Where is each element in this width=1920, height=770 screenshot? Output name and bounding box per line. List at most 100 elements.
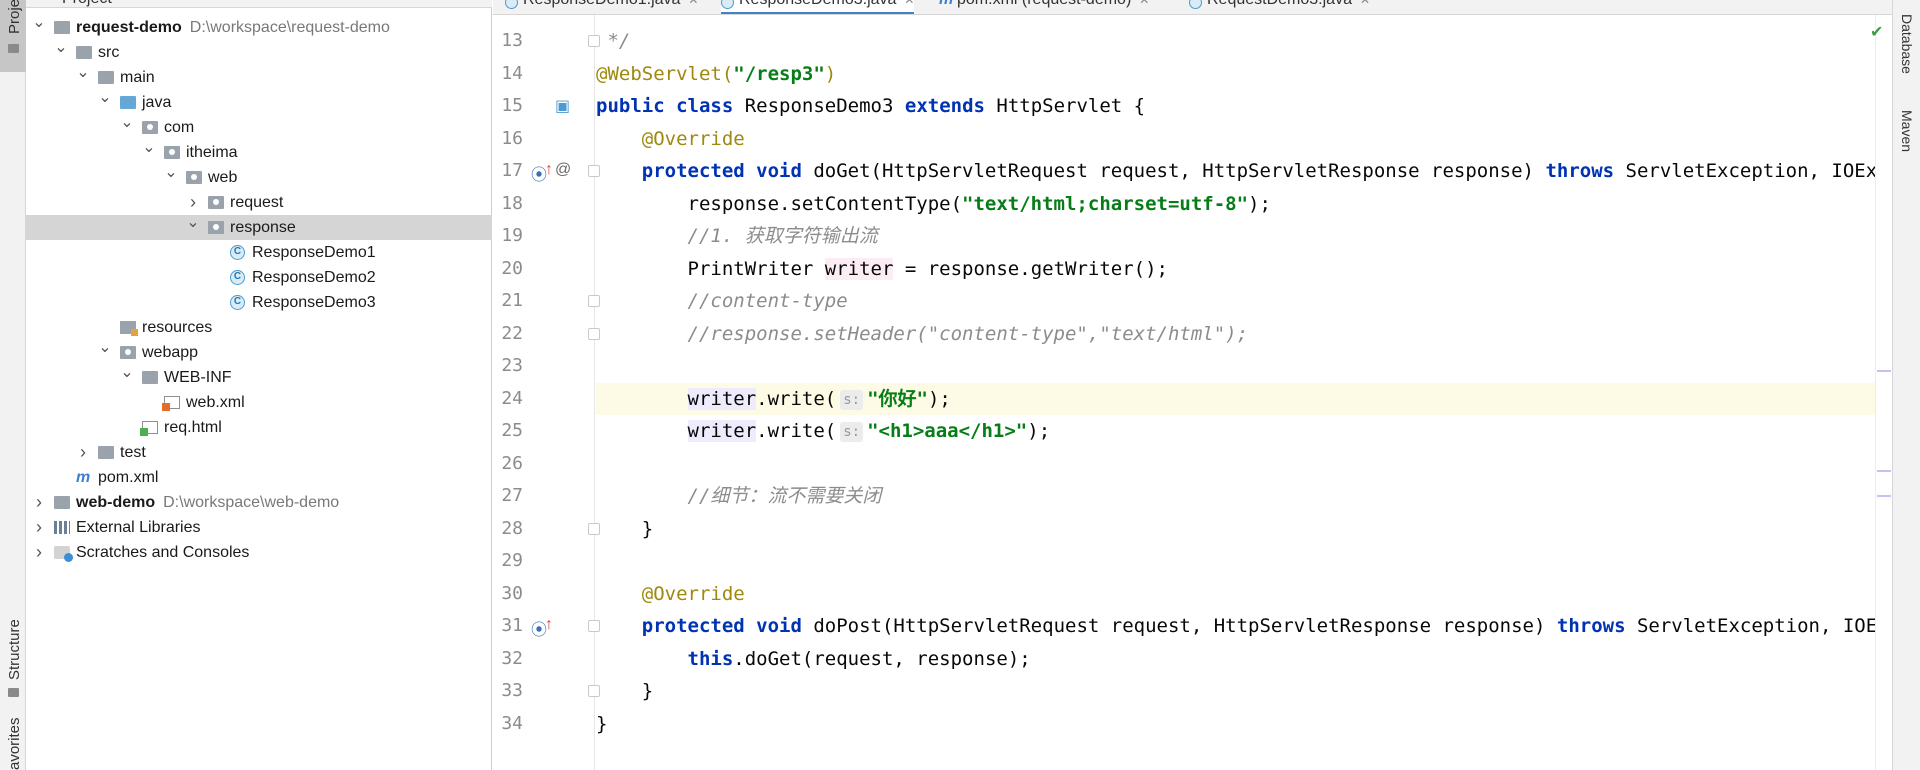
chevron-right-icon[interactable]: › <box>32 515 46 540</box>
close-icon[interactable]: ✕ <box>688 0 698 7</box>
libraries-icon <box>54 521 70 534</box>
maven-tool-tab[interactable]: Maven <box>1899 110 1915 152</box>
close-icon[interactable]: ✕ <box>1139 0 1149 7</box>
tree-item-external-libraries[interactable]: › External Libraries <box>26 515 492 540</box>
tree-item-web-demo[interactable]: › web-demo D:\workspace\web-demo <box>26 490 492 515</box>
class-icon <box>505 0 518 9</box>
tree-item-webapp[interactable]: ⌄ webapp <box>26 339 492 365</box>
inspection-ok-icon[interactable]: ✔ <box>1870 22 1883 42</box>
right-tool-strip: Database Maven <box>1892 0 1920 770</box>
tree-item-test[interactable]: › test <box>26 440 492 465</box>
code-line-22: //response.setHeader("content-type","tex… <box>596 322 1249 345</box>
servlet-run-icon[interactable]: ▣ <box>555 96 570 116</box>
tree-item-responsedemo1[interactable]: C ResponseDemo1 <box>26 240 492 265</box>
code-editor: ResponseDemo1.java✕ ResponseDemo3.java✕ … <box>493 0 1892 770</box>
tab-responsedemo3[interactable]: ResponseDemo3.java ✕ <box>721 0 915 14</box>
class-icon <box>1189 0 1202 9</box>
line-number[interactable]: 30 <box>493 578 523 611</box>
line-number[interactable]: 16 <box>493 123 523 156</box>
implements-up-arrow-icon[interactable]: ↑ <box>545 161 553 179</box>
line-number[interactable]: 32 <box>493 643 523 676</box>
project-tool-tab[interactable]: Proje <box>0 0 26 72</box>
tree-item-web-xml[interactable]: web.xml <box>26 390 492 415</box>
chevron-down-icon[interactable]: ⌄ <box>98 85 112 110</box>
line-number[interactable]: 27 <box>493 480 523 513</box>
line-number[interactable]: 18 <box>493 188 523 221</box>
line-number[interactable]: 31 <box>493 610 523 643</box>
code-line-24: writer.write(s: "你好"); <box>596 382 1882 415</box>
editor-scrollbar[interactable] <box>1875 15 1891 770</box>
annotation-at-icon[interactable]: @ <box>555 161 571 179</box>
line-number[interactable]: 15 <box>493 90 523 123</box>
code-line-17: protected void doGet(HttpServletRequest … <box>596 160 1882 182</box>
tree-item-responsedemo2[interactable]: C ResponseDemo2 <box>26 265 492 290</box>
project-panel-title: Project <box>62 0 112 7</box>
line-number[interactable]: 23 <box>493 350 523 383</box>
line-number[interactable]: 26 <box>493 448 523 481</box>
line-number[interactable]: 24 <box>493 383 523 416</box>
chevron-right-icon[interactable]: › <box>76 440 90 465</box>
tree-item-com[interactable]: ⌄ com <box>26 114 492 140</box>
tree-item-request-demo[interactable]: ⌄ request-demo D:\workspace\request-demo <box>26 14 492 40</box>
close-icon[interactable]: ✕ <box>904 0 914 7</box>
tree-item-name: src <box>98 44 120 61</box>
tree-item-req-html[interactable]: req.html <box>26 415 492 440</box>
line-number[interactable]: 28 <box>493 513 523 546</box>
tree-item-java[interactable]: ⌄ java <box>26 89 492 115</box>
error-stripe-mark[interactable] <box>1877 370 1891 372</box>
tree-item-web[interactable]: ⌄ web <box>26 164 492 190</box>
chevron-down-icon[interactable]: ⌄ <box>142 135 156 160</box>
code-area[interactable]: */ @WebServlet("/resp3") public class Re… <box>596 15 1882 770</box>
tree-item-main[interactable]: ⌄ main <box>26 64 492 90</box>
source-folder-icon <box>120 96 136 109</box>
code-line-33: } <box>596 680 654 702</box>
tree-item-request[interactable]: › request <box>26 190 492 215</box>
tree-item-src[interactable]: ⌄ src <box>26 39 492 65</box>
chevron-right-icon[interactable]: › <box>32 490 46 515</box>
tab-label: pom.xml (request-demo) <box>957 0 1131 8</box>
tab-pom-xml[interactable]: m pom.xml (request-demo) ✕ <box>939 0 1149 14</box>
line-number[interactable]: 20 <box>493 253 523 286</box>
favorites-tool-tab[interactable]: avorites <box>0 717 26 770</box>
tree-item-label: main <box>120 65 155 90</box>
tree-item-resources[interactable]: resources <box>26 315 492 340</box>
tab-label: RequestDemo3.java <box>1207 0 1352 8</box>
tab-responsedemo1[interactable]: ResponseDemo1.java ✕ <box>505 0 698 14</box>
line-number[interactable]: 17 <box>493 155 523 188</box>
chevron-down-icon[interactable]: ⌄ <box>98 335 112 360</box>
tree-item-web-inf[interactable]: ⌄ WEB-INF <box>26 364 492 390</box>
database-tool-tab[interactable]: Database <box>1899 14 1915 74</box>
tree-item-scratches-and-consoles[interactable]: › Scratches and Consoles <box>26 540 492 565</box>
line-number[interactable]: 13 <box>493 25 523 58</box>
tree-item-name: ResponseDemo2 <box>252 269 376 286</box>
structure-tool-tab[interactable]: Structure <box>0 612 26 700</box>
tree-item-pom-xml[interactable]: m pom.xml <box>26 465 492 490</box>
class-icon <box>721 0 734 9</box>
chevron-down-icon[interactable]: ⌄ <box>54 35 68 60</box>
line-number[interactable]: 34 <box>493 708 523 741</box>
line-number[interactable]: 14 <box>493 58 523 91</box>
chevron-down-icon[interactable]: ⌄ <box>186 210 200 235</box>
close-icon[interactable]: ✕ <box>1360 0 1370 7</box>
error-stripe-mark[interactable] <box>1877 470 1891 472</box>
chevron-down-icon[interactable]: ⌄ <box>120 110 134 135</box>
line-number[interactable]: 19 <box>493 220 523 253</box>
tree-item-response[interactable]: ⌄ response <box>26 214 492 240</box>
class-icon: C <box>230 295 245 310</box>
chevron-right-icon[interactable]: › <box>32 540 46 565</box>
implements-up-arrow-icon[interactable]: ↑ <box>545 616 553 634</box>
tree-item-responsedemo3[interactable]: C ResponseDemo3 <box>26 290 492 315</box>
chevron-down-icon[interactable]: ⌄ <box>76 60 90 85</box>
line-number[interactable]: 22 <box>493 318 523 351</box>
chevron-down-icon[interactable]: ⌄ <box>164 160 178 185</box>
chevron-down-icon[interactable]: ⌄ <box>120 360 134 385</box>
line-number[interactable]: 21 <box>493 285 523 318</box>
tab-requestdemo3[interactable]: RequestDemo3.java ✕ <box>1189 0 1370 14</box>
line-number[interactable]: 25 <box>493 415 523 448</box>
tree-item-itheima[interactable]: ⌄ itheima <box>26 139 492 165</box>
tree-item-label: com <box>164 115 194 140</box>
line-number[interactable]: 33 <box>493 675 523 708</box>
chevron-down-icon[interactable]: ⌄ <box>32 10 46 35</box>
error-stripe-mark[interactable] <box>1877 495 1891 497</box>
line-number[interactable]: 29 <box>493 545 523 578</box>
